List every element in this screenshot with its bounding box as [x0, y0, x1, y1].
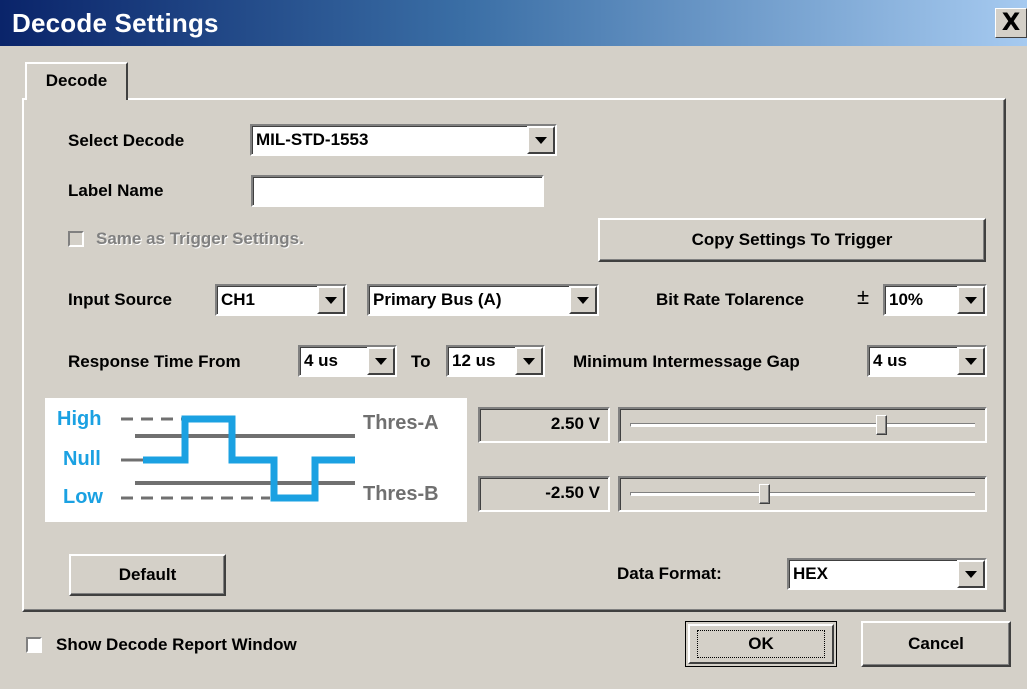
- input-source-channel-dropdown[interactable]: CH1: [215, 284, 347, 316]
- dropdown-arrow-icon[interactable]: [367, 347, 395, 375]
- select-decode-dropdown[interactable]: MIL-STD-1553: [250, 124, 557, 156]
- show-report-label: Show Decode Report Window: [56, 635, 297, 654]
- thres-b-slider[interactable]: [618, 476, 987, 512]
- null-label: Null: [63, 448, 101, 470]
- dropdown-arrow-icon[interactable]: [569, 286, 597, 314]
- input-source-bus-dropdown[interactable]: Primary Bus (A): [367, 284, 599, 316]
- dropdown-arrow-icon[interactable]: [515, 347, 543, 375]
- copy-settings-to-trigger-button[interactable]: Copy Settings To Trigger: [598, 218, 986, 262]
- thres-a-slider[interactable]: [618, 407, 987, 443]
- default-button[interactable]: Default: [69, 554, 226, 596]
- slider-track: [630, 423, 975, 427]
- input-source-label: Input Source: [68, 290, 172, 309]
- label-name-label: Label Name: [68, 181, 164, 200]
- close-button[interactable]: X: [995, 8, 1027, 38]
- dropdown-arrow-icon[interactable]: [957, 347, 985, 375]
- select-decode-value: MIL-STD-1553: [256, 130, 369, 149]
- slider-thumb[interactable]: [759, 484, 771, 504]
- show-report-checkbox[interactable]: [26, 637, 42, 653]
- dropdown-arrow-icon[interactable]: [957, 560, 985, 588]
- input-source-channel-value: CH1: [221, 290, 256, 309]
- select-decode-label: Select Decode: [68, 131, 185, 150]
- bit-rate-tolerance-label: Bit Rate Tolarence: [656, 290, 805, 309]
- input-source-bus-value: Primary Bus (A): [373, 290, 502, 309]
- label-name-input[interactable]: [251, 175, 544, 207]
- plus-minus-icon: ±: [857, 284, 870, 309]
- dropdown-arrow-icon[interactable]: [317, 286, 345, 314]
- thres-b-value: -2.50 V: [478, 476, 610, 512]
- dropdown-arrow-icon[interactable]: [957, 286, 985, 314]
- response-time-to-value: 12 us: [452, 351, 496, 370]
- response-time-to-dropdown[interactable]: 12 us: [446, 345, 545, 377]
- thres-a-value: 2.50 V: [478, 407, 610, 443]
- response-time-from-label: Response Time From: [68, 352, 241, 371]
- bit-rate-tolerance-dropdown[interactable]: 10%: [883, 284, 987, 316]
- data-format-value: HEX: [793, 564, 828, 583]
- low-label: Low: [63, 486, 103, 508]
- response-time-from-dropdown[interactable]: 4 us: [298, 345, 397, 377]
- tab-decode[interactable]: Decode: [25, 62, 128, 100]
- cancel-button[interactable]: Cancel: [861, 621, 1011, 667]
- ok-button-label: OK: [697, 630, 825, 658]
- response-time-to-label: To: [411, 352, 431, 371]
- slider-thumb[interactable]: [876, 415, 888, 435]
- title-bar: Decode Settings X: [0, 0, 1027, 46]
- window-title: Decode Settings: [12, 8, 219, 38]
- ok-button[interactable]: OK: [685, 621, 837, 667]
- high-label: High: [57, 408, 102, 430]
- response-time-from-value: 4 us: [304, 351, 339, 370]
- thres-a-label: Thres-A: [363, 412, 439, 434]
- close-icon: X: [1001, 8, 1021, 36]
- slider-track: [630, 492, 975, 496]
- min-gap-label: Minimum Intermessage Gap: [573, 352, 800, 371]
- same-as-trigger-label: Same as Trigger Settings.: [96, 229, 304, 248]
- same-as-trigger-checkbox[interactable]: [68, 231, 84, 247]
- min-gap-value: 4 us: [873, 351, 908, 370]
- dropdown-arrow-icon[interactable]: [527, 126, 555, 154]
- min-gap-dropdown[interactable]: 4 us: [867, 345, 987, 377]
- threshold-diagram: High Null Low Thres-A Thres-B: [45, 398, 467, 522]
- data-format-dropdown[interactable]: HEX: [787, 558, 987, 590]
- bit-rate-tolerance-value: 10%: [889, 290, 924, 309]
- thres-b-label: Thres-B: [363, 483, 439, 505]
- data-format-label: Data Format:: [617, 564, 722, 583]
